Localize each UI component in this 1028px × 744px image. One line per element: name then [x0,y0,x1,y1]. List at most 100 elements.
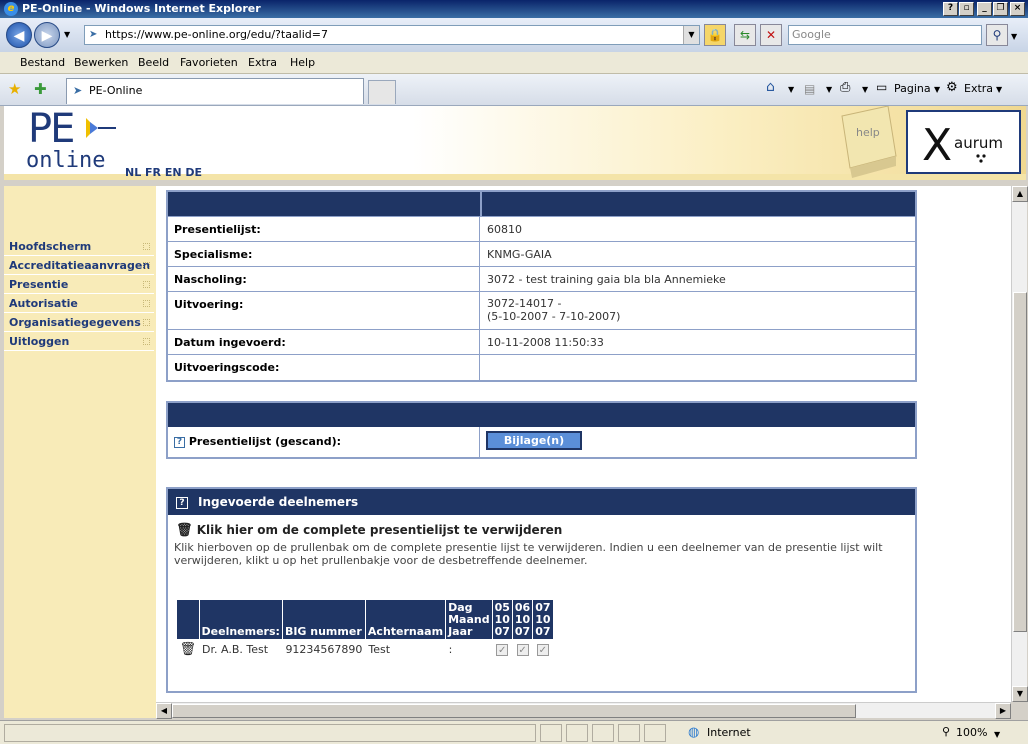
zoom-dropdown-icon[interactable]: ▼ [994,730,1000,739]
participants-title: Ingevoerde deelnemers [198,495,359,509]
menu-help[interactable]: Help [290,56,315,69]
header-date-3: 07 10 07 [532,599,554,640]
help-icon[interactable]: ? [174,436,185,448]
scroll-down-icon[interactable]: ▼ [1012,686,1028,702]
add-favorite-icon[interactable]: ✚ [34,80,47,98]
vertical-scrollbar[interactable]: ▲ ▼ [1011,186,1028,702]
refresh-icon[interactable]: ⇆ [734,24,756,46]
address-toolbar: ◀ ▶ ▼ ➤ https://www.pe-online.org/edu/?t… [0,18,1028,52]
sidebar-item-uitloggen[interactable]: Uitloggen [4,333,154,351]
menu-favorieten[interactable]: Favorieten [180,56,238,69]
trash-icon[interactable]: 🗑 [176,523,193,538]
delete-all-link[interactable]: 🗑 Klik hier om de complete presentielijs… [176,523,562,538]
tab-row: ★ ✚ ➤ PE-Online ⌂ ▼ ▤ ▼ ⎙ ▼ ▭ Pagina ▼ ⚙… [0,74,1028,106]
header-name: Deelnemers: [198,599,283,640]
page-menu[interactable]: Pagina [894,82,931,95]
print-dropdown-icon[interactable]: ▼ [862,85,868,94]
help-icon[interactable]: ? [176,496,188,509]
search-input[interactable]: Google [788,25,982,45]
cell-surname: Test [368,643,391,656]
minimize-button[interactable]: _ [977,2,992,16]
header-date-2: 06 10 07 [511,599,534,640]
tools-dropdown-icon[interactable]: ▼ [996,85,1002,94]
header-big: BIG nummer [281,599,366,640]
scan-row: ? Presentielijst (gescand): Bijlage(n) [168,427,915,457]
svg-text:help: help [856,126,880,139]
back-button[interactable]: ◀ [6,22,32,48]
stop-icon[interactable]: ✕ [760,24,782,46]
tools-menu[interactable]: Extra [964,82,993,95]
help-window-button[interactable]: ? [943,2,958,16]
checkbox[interactable]: ✓ [496,644,509,656]
grip-icon [143,319,150,326]
horizontal-scrollbar[interactable]: ◀ ▶ [156,702,1011,719]
menu-extra[interactable]: Extra [248,56,277,69]
tab-pe-online[interactable]: ➤ PE-Online [66,78,364,104]
row-value: 60810 [487,223,522,236]
sidebar-item-label: Hoofdscherm [9,240,92,253]
cell-check-2: ✓ [512,640,532,660]
language-links[interactable]: NL FR EN DE [125,166,202,179]
address-dropdown-icon[interactable]: ▼ [683,26,699,44]
checkbox[interactable]: ✓ [516,644,529,656]
home-dropdown-icon[interactable]: ▼ [788,85,794,94]
page-dropdown-icon[interactable]: ▼ [934,85,940,94]
forward-button[interactable]: ▶ [34,22,60,48]
scroll-left-icon[interactable]: ◀ [156,703,172,719]
trash-icon[interactable]: 🗑 [177,640,200,660]
search-icon[interactable]: ⚲ [986,24,1008,46]
sidebar-item-organisatiegegevens[interactable]: Organisatiegegevens [4,314,154,332]
status-bar: ◍ Internet ⚲ 100% ▼ [0,720,1028,744]
menu-bestand[interactable]: Bestand [20,56,65,69]
checkbox[interactable]: ✓ [536,644,549,656]
logo-arrow-icon [86,118,116,138]
online-logo: online [26,148,106,173]
bijlage-button[interactable]: Bijlage(n) [486,431,582,450]
row-label: Datum ingevoerd: [168,330,480,355]
zoom-level[interactable]: 100% [956,726,987,739]
row-value: 3072 - test training gaia bla bla Annemi… [487,273,726,286]
row-label: Presentielijst: [168,217,480,242]
feeds-icon[interactable]: ▤ [804,82,815,96]
table-header-row: Deelnemers: BIG nummer Achternaam Dag Maa… [176,599,554,640]
header-surname: Achternaam [364,599,447,640]
menu-bewerken[interactable]: Bewerken [74,56,128,69]
row-value: 10-11-2008 11:50:33 [487,336,604,349]
sidebar-item-hoofdscherm[interactable]: Hoofdscherm [4,238,154,256]
print-icon[interactable]: ⎙ [840,80,850,95]
details-row: Uitvoeringscode: [168,354,915,380]
history-dropdown-icon[interactable]: ▼ [64,30,70,39]
xaurum-logo[interactable]: X aurum [906,110,1021,174]
header-dmy: Dag Maand Jaar [445,599,493,640]
favorites-star-icon[interactable]: ★ [8,80,21,98]
pe-logo[interactable]: PE [28,106,75,152]
scan-header [168,403,915,427]
sidebar-item-autorisatie[interactable]: Autorisatie [4,295,154,313]
maximize-button[interactable]: ❐ [993,2,1008,16]
restore-small-button[interactable]: ▫ [959,2,974,16]
feeds-dropdown-icon[interactable]: ▼ [826,85,832,94]
sidebar-item-accreditatieaanvragen[interactable]: Accreditatieaanvragen [4,257,154,275]
status-text-pane [4,724,536,742]
cell-dmy: : [448,643,453,656]
home-icon[interactable]: ⌂ [766,79,775,95]
lock-icon[interactable]: 🔒 [704,24,726,46]
horizontal-scroll-thumb[interactable] [172,704,856,718]
window-titlebar: e PE-Online - Windows Internet Explorer … [0,0,1028,18]
cell-big: 91234567890 [285,643,363,656]
address-field[interactable]: ➤ https://www.pe-online.org/edu/?taalid=… [84,25,700,45]
vertical-scroll-thumb[interactable] [1013,292,1027,632]
globe-icon: ◍ [688,725,700,740]
page-icon: ▭ [876,80,888,94]
search-options-icon[interactable]: ▼ [1011,32,1017,41]
scroll-up-icon[interactable]: ▲ [1012,186,1028,202]
sidebar-item-presentie[interactable]: Presentie [4,276,154,294]
menu-beeld[interactable]: Beeld [138,56,169,69]
scroll-right-icon[interactable]: ▶ [995,703,1011,719]
svg-text:aurum: aurum [954,134,1003,152]
grip-icon [143,243,150,250]
participants-header: ? Ingevoerde deelnemers [168,489,915,515]
close-window-button[interactable]: × [1010,2,1025,16]
new-tab-button[interactable] [368,80,396,104]
sidebar-item-label: Organisatiegegevens [9,316,141,329]
